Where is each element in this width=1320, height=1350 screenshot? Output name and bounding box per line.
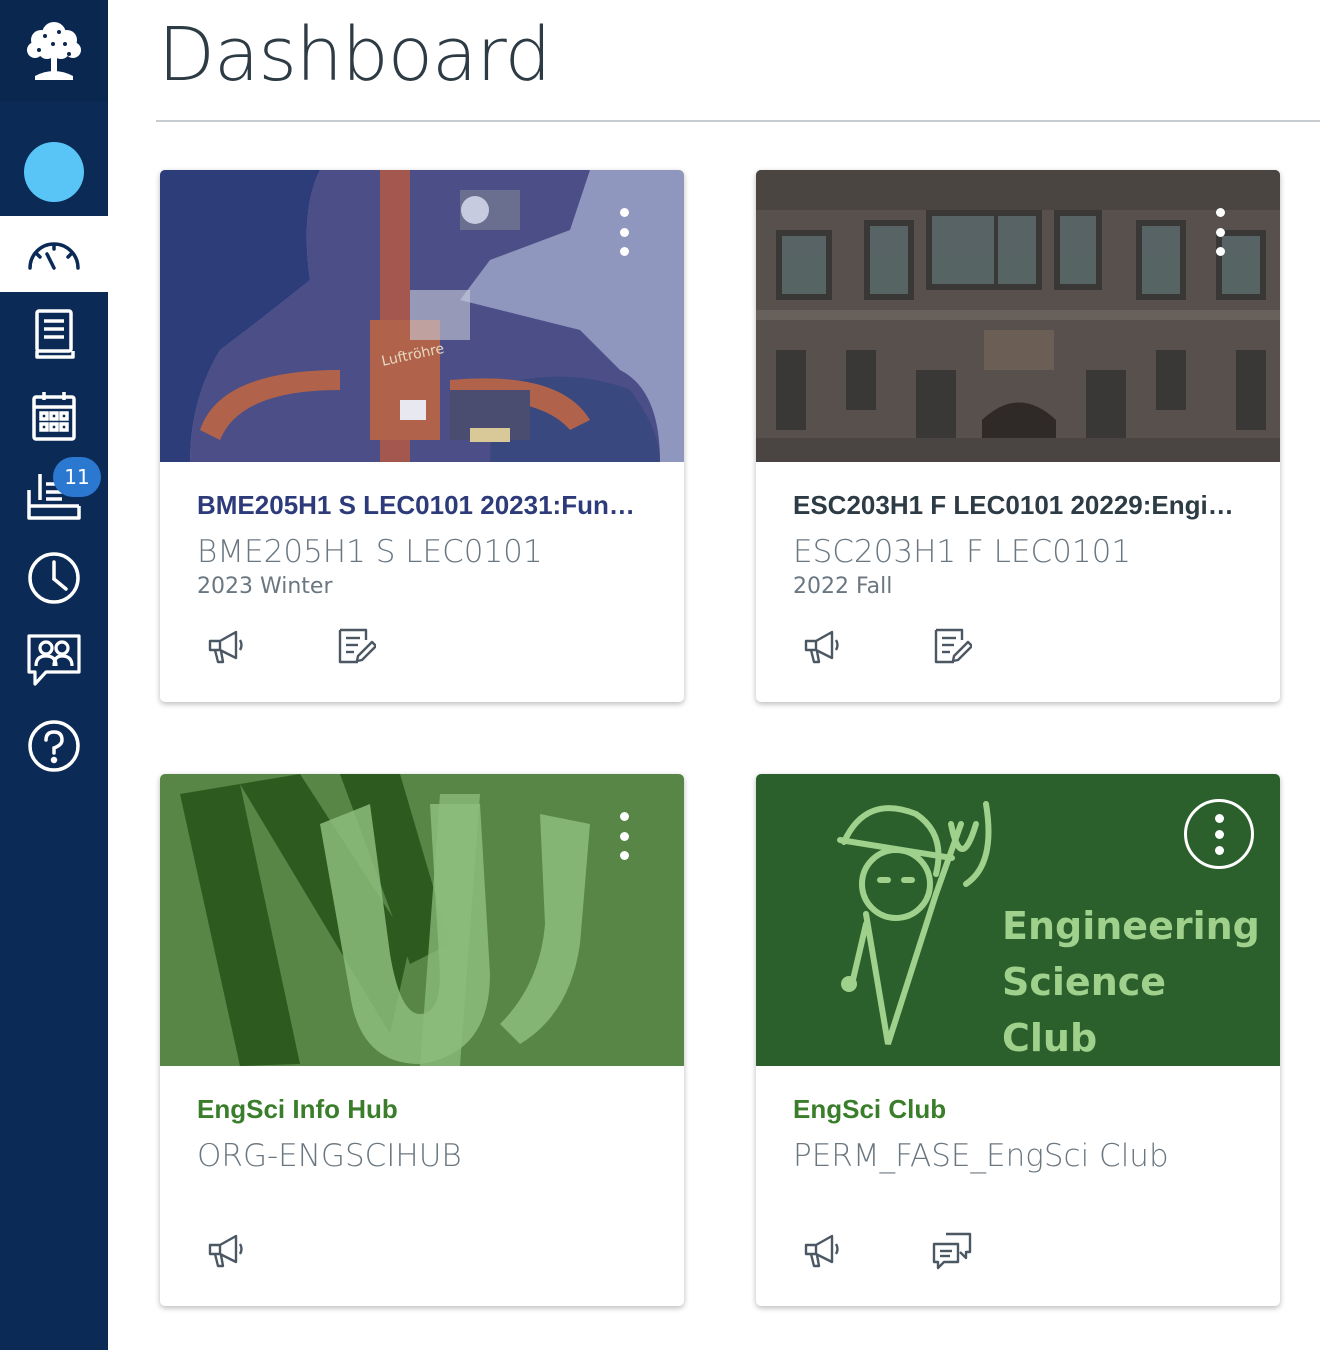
assignments-icon[interactable] — [932, 626, 972, 666]
course-title-link[interactable]: EngSci Info Hub — [197, 1094, 647, 1125]
announcements-icon[interactable] — [206, 626, 246, 666]
book-icon — [35, 309, 75, 359]
nav-help[interactable] — [0, 714, 108, 778]
club-image-line: Club — [1002, 1016, 1098, 1060]
dot-icon — [1214, 829, 1224, 839]
course-card[interactable]: Luftröhre BME205H1 S LEC0101 20231:Funda… — [160, 170, 684, 702]
nav-dashboard[interactable] — [0, 216, 108, 292]
clock-icon — [28, 552, 80, 604]
club-image-text: Engineering Science Club — [1002, 898, 1260, 1066]
nav-courses[interactable] — [0, 298, 108, 370]
course-code: BME205H1 S LEC0101 — [197, 534, 543, 570]
nav-calendar[interactable] — [0, 382, 108, 450]
tree-logo-icon — [27, 22, 81, 80]
dot-icon — [1215, 247, 1225, 256]
nav-account[interactable] — [0, 128, 108, 216]
course-card-image[interactable] — [756, 170, 1280, 462]
nav-history[interactable] — [0, 546, 108, 610]
header-divider — [156, 120, 1320, 122]
club-image-line: Engineering — [1002, 904, 1260, 948]
dot-icon — [619, 208, 629, 217]
dot-icon — [1215, 227, 1225, 237]
card-options-button[interactable] — [1184, 799, 1254, 869]
inbox-unread-badge: 11 — [53, 457, 101, 497]
nu-psi-graphic — [160, 774, 684, 1066]
card-options-button[interactable] — [1209, 208, 1231, 256]
course-title-link[interactable]: ESC203H1 F LEC0101 20229:Engineering and… — [793, 490, 1243, 521]
dot-icon — [619, 227, 629, 237]
dot-icon — [619, 851, 629, 860]
dot-icon — [1215, 208, 1225, 217]
course-term: 2022 Fall — [793, 574, 893, 599]
course-card[interactable]: EngSci Info Hub ORG-ENGSCIHUB — [160, 774, 684, 1306]
anatomy-illustration: Luftröhre — [160, 170, 684, 462]
course-code: ORG-ENGSCIHUB — [197, 1138, 462, 1174]
avatar — [24, 142, 84, 202]
help-icon — [28, 720, 80, 772]
announcements-icon[interactable] — [206, 1230, 246, 1270]
club-image-line: Science — [1002, 960, 1167, 1004]
dot-icon — [619, 812, 629, 821]
course-title-link[interactable]: BME205H1 S LEC0101 20231:Fundamentals of… — [197, 490, 647, 521]
page-title: Dashboard — [158, 12, 551, 98]
course-card[interactable]: Engineering Science Club EngSci Club PER… — [756, 774, 1280, 1306]
building-photo — [756, 170, 1280, 462]
discussions-icon[interactable] — [932, 1230, 972, 1270]
nav-groups[interactable] — [0, 628, 108, 692]
university-logo[interactable] — [0, 0, 108, 102]
course-code: PERM_FASE_EngSci Club — [793, 1138, 1169, 1174]
card-options-button[interactable] — [613, 812, 635, 860]
course-title-link[interactable]: EngSci Club — [793, 1094, 1243, 1125]
dot-icon — [1214, 813, 1224, 823]
announcements-icon[interactable] — [802, 626, 842, 666]
course-card-image[interactable]: Luftröhre — [160, 170, 684, 462]
course-card-image[interactable] — [160, 774, 684, 1066]
calendar-icon — [32, 392, 76, 441]
global-nav: 11 — [0, 0, 108, 1350]
dot-icon — [619, 247, 629, 256]
card-options-button[interactable] — [613, 208, 635, 256]
dot-icon — [619, 831, 629, 841]
announcements-icon[interactable] — [802, 1230, 842, 1270]
course-code: ESC203H1 F LEC0101 — [793, 534, 1132, 570]
course-card[interactable]: ESC203H1 F LEC0101 20229:Engineering and… — [756, 170, 1280, 702]
speedometer-icon — [28, 242, 80, 270]
dot-icon — [1214, 845, 1224, 855]
people-chat-icon — [27, 634, 81, 686]
course-term: 2023 Winter — [197, 574, 333, 599]
assignments-icon[interactable] — [336, 626, 376, 666]
